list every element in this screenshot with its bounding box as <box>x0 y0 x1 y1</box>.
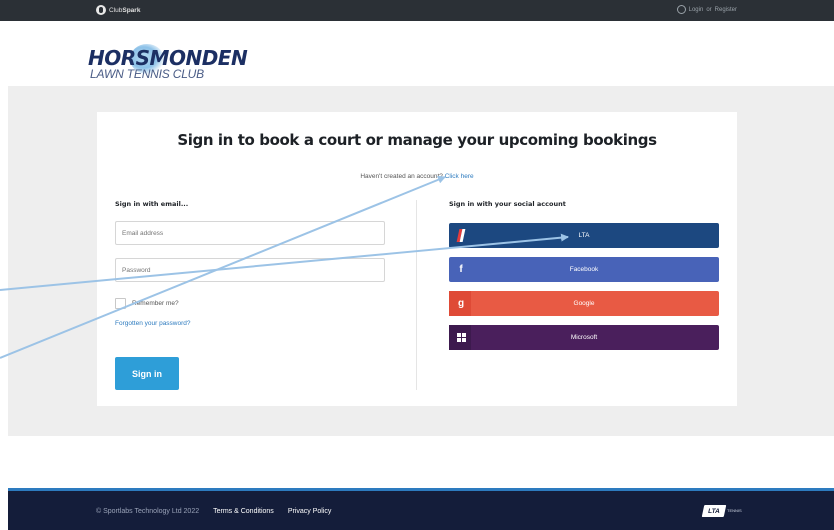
lta-logo-badge: LTA <box>701 505 727 517</box>
remember-me-label: Remember me? <box>132 300 179 307</box>
lta-footer-logo[interactable]: LTA TENNIS <box>701 505 743 517</box>
create-account-prompt: Haven't created an account? Click here <box>97 173 737 180</box>
social-signin-section: Sign in with your social account LTA f F… <box>449 200 719 350</box>
copyright-text: © Sportlabs Technology Ltd 2022 <box>96 508 200 515</box>
page-title: Sign in to book a court or manage your u… <box>177 131 657 149</box>
sign-in-button[interactable]: Sign in <box>115 357 179 390</box>
clubspark-logo[interactable]: ClubSpark <box>96 5 140 15</box>
facebook-signin-label: Facebook <box>569 266 599 273</box>
club-logo[interactable]: HORSMONDEN LAWN TENNIS CLUB <box>88 40 248 84</box>
remember-me[interactable]: Remember me? <box>115 298 179 309</box>
facebook-signin-button[interactable]: f Facebook <box>449 257 719 282</box>
forgot-password-link[interactable]: Forgotten your password? <box>115 320 191 327</box>
lta-icon <box>455 229 467 242</box>
microsoft-signin-button[interactable]: Microsoft <box>449 325 719 350</box>
click-here-link[interactable]: Click here <box>445 173 474 180</box>
password-field[interactable] <box>115 258 385 282</box>
google-icon: g <box>457 298 465 309</box>
lta-signin-label: LTA <box>578 232 590 239</box>
email-field[interactable] <box>115 221 385 245</box>
footer: © Sportlabs Technology Ltd 2022 Terms & … <box>8 488 834 530</box>
auth-links: Login or Register <box>676 5 737 14</box>
no-account-text: Haven't created an account? <box>360 173 443 180</box>
remember-me-checkbox[interactable] <box>115 298 126 309</box>
privacy-link[interactable]: Privacy Policy <box>288 508 332 515</box>
user-icon <box>676 5 686 14</box>
email-signin-heading: Sign in with email... <box>115 200 189 208</box>
clubspark-wordmark: ClubSpark <box>109 6 141 14</box>
column-divider <box>416 200 417 390</box>
microsoft-icon <box>455 331 467 344</box>
lta-logo-subtext: TENNIS <box>727 508 742 513</box>
social-signin-heading: Sign in with your social account <box>449 200 566 208</box>
lta-signin-button[interactable]: LTA <box>449 223 719 248</box>
signin-card: Sign in to book a court or manage your u… <box>97 112 737 406</box>
or-text: or <box>706 6 712 13</box>
facebook-icon: f <box>459 264 463 275</box>
email-signin-section: Sign in with email... Remember me? Forgo… <box>115 200 385 390</box>
login-link[interactable]: Login <box>689 7 704 13</box>
club-subtitle: LAWN TENNIS CLUB <box>90 67 204 81</box>
microsoft-signin-label: Microsoft <box>570 334 598 341</box>
terms-link[interactable]: Terms & Conditions <box>213 508 274 515</box>
footer-links: © Sportlabs Technology Ltd 2022 Terms & … <box>96 508 331 515</box>
top-bar: ClubSpark Login or Register <box>0 0 834 21</box>
page: ClubSpark Login or Register HORSMONDEN L… <box>0 0 834 530</box>
google-signin-label: Google <box>573 300 595 307</box>
clubspark-icon <box>96 5 106 15</box>
register-link[interactable]: Register <box>715 7 737 13</box>
google-signin-button[interactable]: g Google <box>449 291 719 316</box>
